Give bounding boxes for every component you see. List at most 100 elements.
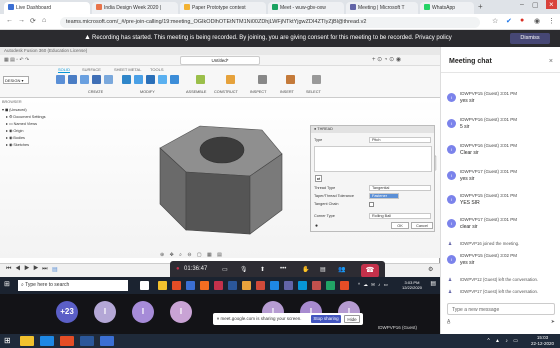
group-construct[interactable]: CONSTRUCT (214, 90, 238, 94)
navigation-bar[interactable]: ⊕ ✥ ⌕ ⊖ ▢ ▦ ▤ (160, 252, 290, 260)
tolerance-select[interactable]: Fastener (369, 193, 399, 199)
participant-overflow[interactable]: +23 (56, 301, 78, 323)
joint-icon[interactable] (196, 75, 205, 84)
teams-icon[interactable] (284, 281, 293, 290)
app-icon[interactable] (326, 281, 335, 290)
chat-message-input[interactable]: Type a new message (447, 303, 555, 315)
timeline-controls[interactable]: ⏮ ◀ ▶ ▶ ⏭ (6, 266, 49, 273)
word-icon[interactable] (228, 281, 237, 290)
browser-tab[interactable]: Meet - wuw-gbv-oxw (268, 2, 344, 14)
app-icon[interactable] (186, 281, 195, 290)
shell-icon[interactable] (158, 75, 167, 84)
file-explorer-icon[interactable] (158, 281, 167, 290)
windows-start-icon[interactable]: ⊞ (4, 280, 10, 288)
group-assemble[interactable]: ASSEMBLE (186, 90, 206, 94)
edge-icon[interactable] (40, 336, 54, 346)
select-icon[interactable] (312, 75, 321, 84)
windows-start-icon[interactable]: ⊞ (4, 336, 11, 345)
chamfer-icon[interactable] (146, 75, 155, 84)
browser-item[interactable]: ▸ ◉ Origin (2, 128, 72, 135)
settings-icon[interactable]: ⚙ (428, 266, 433, 273)
browser-tab[interactable]: WhatsApp (420, 2, 474, 14)
group-insert[interactable]: INSERT (280, 90, 294, 94)
group-modify[interactable]: MODIFY (140, 90, 155, 94)
app-icon[interactable] (312, 281, 321, 290)
file-explorer-icon[interactable] (20, 336, 34, 346)
stop-sharing-button[interactable]: Stop sharing (311, 315, 341, 323)
revolve-icon[interactable] (80, 75, 89, 84)
home-icon[interactable]: ⌂ (42, 17, 46, 24)
cancel-button[interactable]: Cancel (411, 222, 433, 229)
extension-icon[interactable]: ● (520, 17, 524, 24)
browser-tab[interactable]: India Design Week 2020 | (92, 2, 178, 14)
flip-icon[interactable]: ⇄ (315, 175, 322, 182)
participants-icon[interactable]: 👥 (338, 266, 345, 273)
corner-type-select[interactable]: Rolling Ball (369, 213, 431, 219)
close-icon[interactable]: × (549, 58, 553, 65)
participant-avatar[interactable]: I (170, 301, 192, 323)
sweep-icon[interactable] (92, 75, 101, 84)
grid-menu-icon[interactable]: ▦ ▤ ▫ ↶ ↷ (4, 57, 29, 63)
participant-avatar[interactable]: I (132, 301, 154, 323)
powerpoint-icon[interactable] (256, 281, 265, 290)
browser-tab[interactable]: Paper Prototype contest (180, 2, 266, 14)
press-pull-icon[interactable] (122, 75, 131, 84)
browser-tab[interactable]: Meeting | Microsoft T (346, 2, 418, 14)
fillet-icon[interactable] (134, 75, 143, 84)
app-icon[interactable] (100, 336, 114, 346)
system-tray-icons[interactable]: ^ ▲ ♪ ▭ (487, 338, 520, 344)
mic-icon[interactable]: 🎙 (240, 266, 248, 273)
group-select[interactable]: SELECT (306, 90, 321, 94)
word-icon[interactable] (80, 336, 94, 346)
hang-up-button[interactable]: ☎ (361, 264, 379, 278)
timeline-feature-icon[interactable]: ▤ (52, 266, 58, 273)
toolbar-icons[interactable]: + ⊙ ◔ ⊙ ◉ (372, 56, 401, 63)
task-view-icon[interactable] (140, 281, 149, 290)
new-sketch-icon[interactable] (56, 75, 65, 84)
send-icon[interactable]: ➤ (551, 319, 555, 325)
thread-type-select[interactable]: Tangential (369, 185, 431, 191)
back-icon[interactable]: ← (6, 17, 13, 24)
taskbar-search[interactable]: ⌕ Type here to search (18, 280, 128, 291)
browser-tab[interactable]: Live Dashboard (4, 2, 90, 14)
close-window-icon[interactable]: × (546, 0, 557, 9)
app-icon[interactable] (270, 281, 279, 290)
app-icon[interactable] (242, 281, 251, 290)
maximize-icon[interactable]: ▢ (532, 1, 539, 9)
browser-item[interactable]: ▾ ◼ (Unsaved) (2, 107, 72, 114)
tab-tools[interactable]: TOOLS (150, 67, 164, 72)
type-select[interactable]: Pitch (369, 137, 431, 143)
extrude-icon[interactable] (68, 75, 77, 84)
minimize-icon[interactable]: – (520, 1, 524, 8)
ok-button[interactable]: OK (391, 222, 409, 229)
group-create[interactable]: CREATE (88, 90, 103, 94)
browser-item[interactable]: ▸ ▭ Named Views (2, 121, 72, 128)
participant-avatar[interactable]: I (94, 301, 116, 323)
raise-hand-icon[interactable]: ✋ (302, 266, 309, 273)
chrome-icon[interactable] (172, 281, 181, 290)
chrome-icon[interactable] (60, 336, 74, 346)
extension-icon[interactable]: ✔ (506, 17, 512, 25)
app-icon[interactable] (340, 281, 349, 290)
format-icon[interactable]: A̲ (447, 319, 450, 325)
hide-button[interactable]: Hide (344, 315, 360, 323)
document-tab[interactable]: Untitled* (180, 56, 260, 65)
move-icon[interactable] (170, 75, 179, 84)
tab-sheet-metal[interactable]: SHEET METAL (114, 67, 141, 72)
loft-icon[interactable] (104, 75, 113, 84)
tab-solid[interactable]: SOLID (58, 67, 71, 73)
camera-icon[interactable]: ▭ (222, 266, 228, 273)
chat-icon[interactable]: ▤ (320, 266, 326, 273)
insert-icon[interactable] (286, 75, 295, 84)
info-icon[interactable]: ● (315, 223, 318, 229)
browser-item[interactable]: ▸ ◉ Sketches (2, 142, 72, 149)
tangent-chain-checkbox[interactable] (369, 202, 374, 207)
url-input[interactable]: teams.microsoft.com/_#/pre-join-calling/… (60, 17, 480, 28)
app-icon[interactable] (200, 281, 209, 290)
new-tab-icon[interactable]: + (478, 2, 483, 11)
forward-icon[interactable]: → (18, 17, 25, 24)
reload-icon[interactable]: ⟳ (30, 17, 36, 25)
profile-icon[interactable]: ◉ (534, 17, 540, 25)
measure-icon[interactable] (258, 75, 267, 84)
menu-icon[interactable]: ⋮ (548, 17, 555, 25)
